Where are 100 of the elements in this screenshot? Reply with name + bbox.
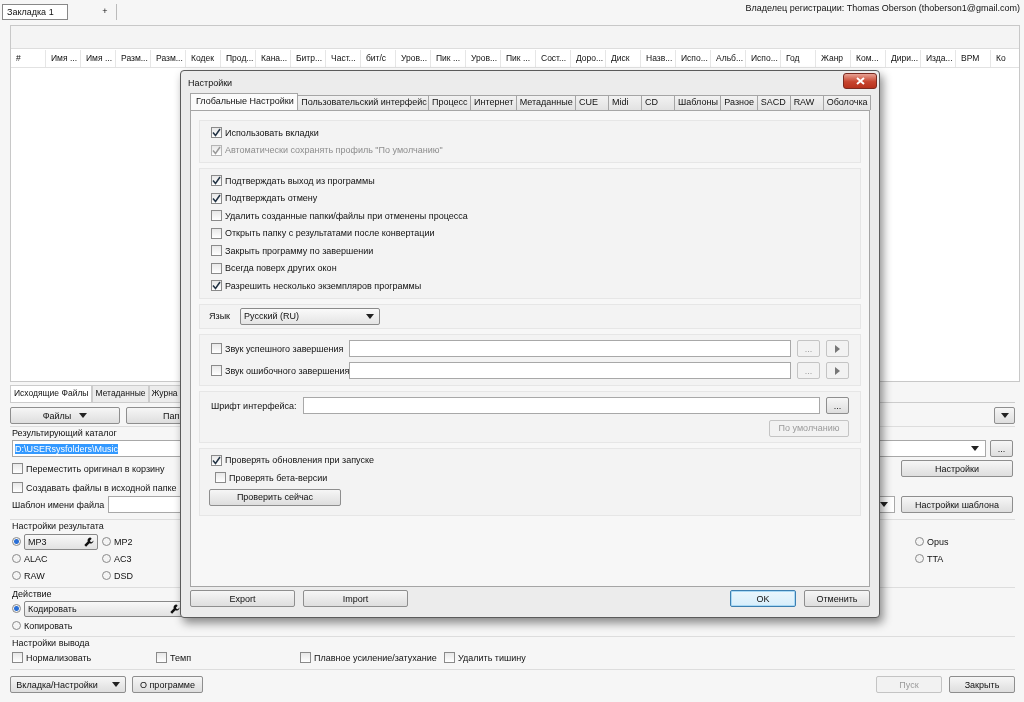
tab[interactable]: Процесс xyxy=(428,95,472,110)
document-tab[interactable]: Закладка 1 xyxy=(2,4,68,20)
column-header[interactable]: Жанр xyxy=(816,50,851,67)
column-header[interactable]: бит/с xyxy=(361,50,396,67)
radio-button[interactable] xyxy=(12,537,21,546)
tab[interactable]: Шаблоны xyxy=(674,95,722,110)
caret-icon xyxy=(971,446,979,451)
format-combo[interactable]: MP3 xyxy=(24,533,98,550)
radio-button[interactable] xyxy=(102,571,111,580)
ok-button[interactable]: OK xyxy=(730,590,796,607)
tab[interactable]: Глобальные Настройки xyxy=(190,93,299,110)
checkbox[interactable] xyxy=(211,454,222,466)
column-header[interactable]: # xyxy=(11,50,46,67)
tab[interactable]: SACD xyxy=(756,95,791,110)
radio-button[interactable] xyxy=(915,537,924,546)
language-select[interactable]: Русский (RU) xyxy=(240,307,381,325)
checkbox[interactable] xyxy=(211,210,222,222)
radio-button[interactable] xyxy=(915,554,924,563)
tab-settings-button[interactable]: Вкладка/Настройки xyxy=(10,676,126,693)
column-header[interactable]: Разм... xyxy=(151,50,186,67)
tab[interactable]: Метаданные xyxy=(92,385,149,402)
caret-icon xyxy=(111,682,120,687)
browse-button[interactable]: ... xyxy=(990,440,1013,457)
tab[interactable]: Исходящие Файлы xyxy=(10,385,93,402)
tab[interactable]: Метаданные xyxy=(515,95,577,110)
column-header[interactable]: Дири... xyxy=(886,50,921,67)
checkbox[interactable] xyxy=(211,192,222,204)
tab[interactable]: Midi xyxy=(608,95,643,110)
column-header[interactable]: Изда... xyxy=(921,50,956,67)
checkbox[interactable] xyxy=(211,245,222,257)
checkbox[interactable] xyxy=(211,127,222,139)
checkbox[interactable] xyxy=(12,652,23,663)
column-header[interactable]: Прод... xyxy=(221,50,256,67)
tab[interactable]: Разное xyxy=(720,95,758,110)
column-header[interactable]: Доро... xyxy=(571,50,606,67)
column-header[interactable]: Кодек xyxy=(186,50,221,67)
column-header[interactable]: Имя ... xyxy=(81,50,116,67)
column-header[interactable]: Разм... xyxy=(116,50,151,67)
column-header[interactable]: Ко xyxy=(991,50,1019,67)
checkbox[interactable] xyxy=(156,652,167,663)
checkbox[interactable] xyxy=(215,472,226,484)
about-button[interactable]: О программе xyxy=(132,676,204,693)
column-header[interactable]: Битр... xyxy=(291,50,326,67)
export-button[interactable]: Export xyxy=(190,590,295,607)
radio-button[interactable] xyxy=(12,604,21,613)
check-now-button[interactable]: Проверить сейчас xyxy=(209,488,341,506)
column-header[interactable]: BPM xyxy=(956,50,991,67)
column-header[interactable]: Уров... xyxy=(466,50,501,67)
radio-button[interactable] xyxy=(12,621,21,630)
dropdown-button[interactable] xyxy=(994,407,1015,424)
tab[interactable]: CD xyxy=(641,95,676,110)
tab[interactable]: Журна xyxy=(148,385,181,402)
new-tab-button[interactable]: + xyxy=(94,4,117,20)
checkbox[interactable] xyxy=(300,652,311,663)
browse-button[interactable]: ... xyxy=(826,397,849,414)
column-header[interactable]: Сост... xyxy=(536,50,571,67)
checkbox[interactable] xyxy=(211,365,222,376)
column-header[interactable]: Диск xyxy=(606,50,641,67)
column-header[interactable]: Назв... xyxy=(641,50,676,67)
tab[interactable]: Оболочка xyxy=(822,95,871,110)
column-header[interactable]: Пик ... xyxy=(501,50,536,67)
checkbox[interactable] xyxy=(12,482,23,493)
close-button[interactable]: Закрыть xyxy=(949,676,1015,693)
column-header[interactable]: Част... xyxy=(326,50,361,67)
checkbox[interactable] xyxy=(211,175,222,187)
column-header[interactable]: Кана... xyxy=(256,50,291,67)
checkbox[interactable] xyxy=(12,463,23,474)
column-header[interactable]: Уров... xyxy=(396,50,431,67)
close-button[interactable] xyxy=(843,73,877,89)
column-header[interactable]: Испо... xyxy=(746,50,781,67)
radio-label: Копировать xyxy=(24,620,73,631)
import-button[interactable]: Import xyxy=(303,590,408,607)
column-header[interactable]: Имя ... xyxy=(46,50,81,67)
checkbox[interactable] xyxy=(211,343,222,354)
tab[interactable]: RAW xyxy=(789,95,824,110)
checkbox[interactable] xyxy=(211,227,222,239)
column-header[interactable]: Пик ... xyxy=(431,50,466,67)
radio-button[interactable] xyxy=(102,554,111,563)
sound-file-field[interactable] xyxy=(349,340,791,357)
sound-file-field[interactable] xyxy=(349,362,791,379)
settings-button[interactable]: Настройки xyxy=(901,460,1013,477)
radio-button[interactable] xyxy=(12,554,21,563)
section-label: Действие xyxy=(12,588,52,600)
checkbox[interactable] xyxy=(444,652,455,663)
template-settings-button[interactable]: Настройки шаблона xyxy=(901,496,1013,513)
radio-button[interactable] xyxy=(102,537,111,546)
tab[interactable]: CUE xyxy=(575,95,610,110)
font-field[interactable] xyxy=(302,397,820,414)
radio-button[interactable] xyxy=(12,571,21,580)
tab[interactable]: Пользовательский интерфейс xyxy=(297,95,429,110)
checkbox-label: Подтверждать выход из программы xyxy=(225,175,375,186)
checkbox[interactable] xyxy=(211,280,222,292)
tab[interactable]: Интернет xyxy=(470,95,517,110)
column-header[interactable]: Альб... xyxy=(711,50,746,67)
checkbox[interactable] xyxy=(211,262,222,274)
column-header[interactable]: Ком... xyxy=(851,50,886,67)
files-dropdown-button[interactable]: Файлы xyxy=(10,407,120,424)
cancel-button[interactable]: Отменить xyxy=(804,590,870,607)
column-header[interactable]: Испо... xyxy=(676,50,711,67)
column-header[interactable]: Год xyxy=(781,50,816,67)
